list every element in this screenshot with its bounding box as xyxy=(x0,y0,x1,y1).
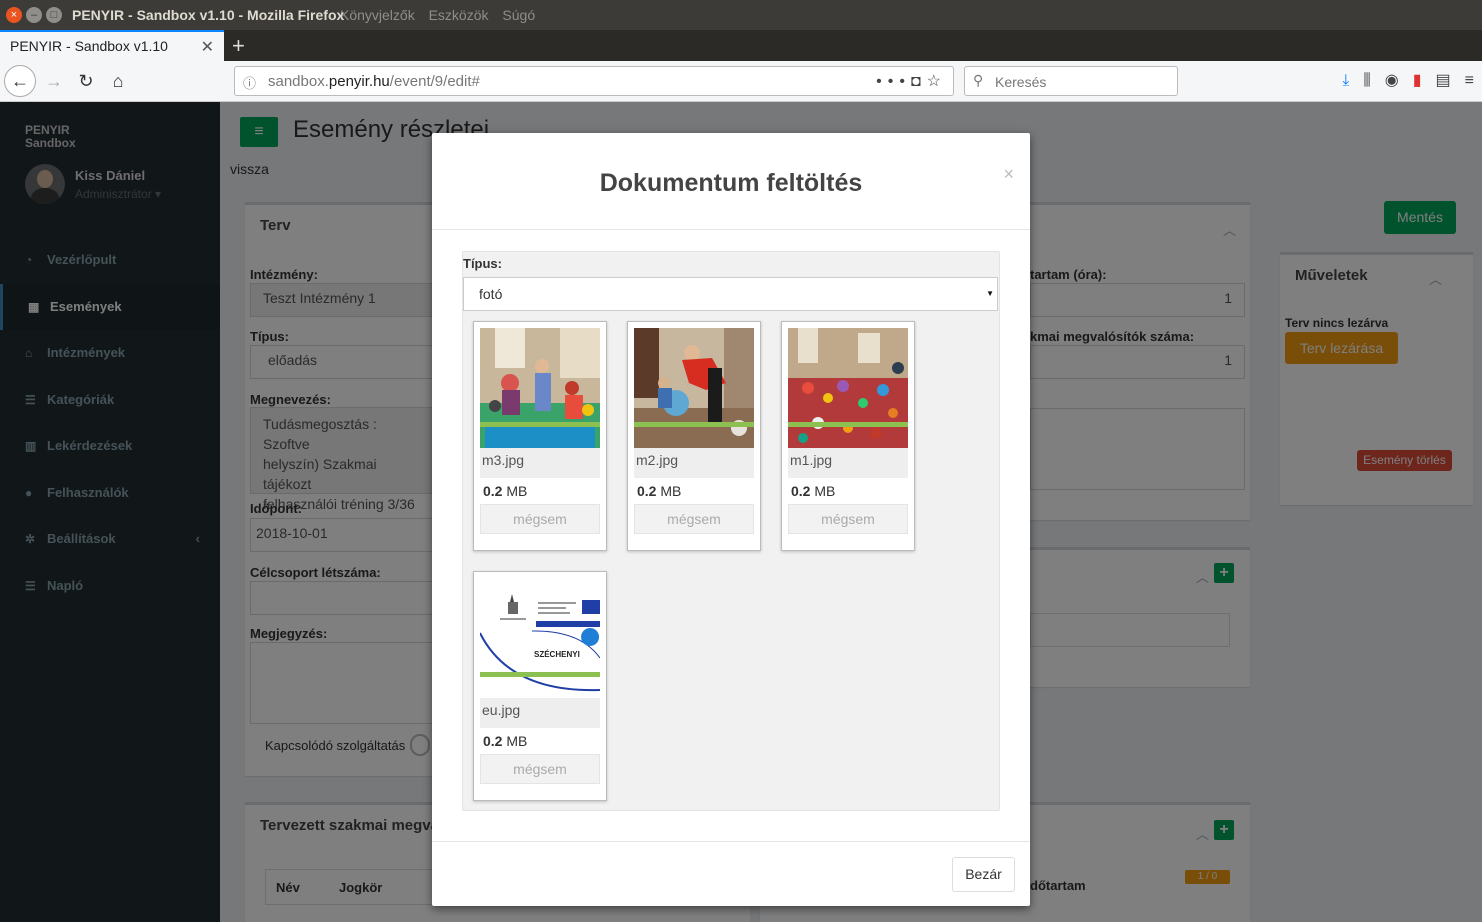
close-modal-button[interactable]: Bezár xyxy=(952,857,1015,892)
search-bar[interactable]: ⚲ Keresés xyxy=(964,66,1178,96)
pocket-icon[interactable]: ◘ xyxy=(911,73,927,90)
new-tab-icon[interactable]: + xyxy=(232,33,245,59)
upload-progress-bar xyxy=(480,672,600,677)
extension-icon[interactable]: ◉ xyxy=(1385,72,1399,89)
file-card: m1.jpg 0.2 MB mégsem xyxy=(781,321,915,551)
file-thumbnail xyxy=(634,328,754,448)
addon-icon[interactable]: ▮ xyxy=(1413,72,1422,89)
file-card: m3.jpg 0.2 MB mégsem xyxy=(473,321,607,551)
doc-type-value: fotó xyxy=(479,286,503,302)
file-size: 0.2 MB xyxy=(483,733,528,749)
cancel-upload-button[interactable]: mégsem xyxy=(634,504,754,534)
cancel-upload-button[interactable]: mégsem xyxy=(788,504,908,534)
file-name: m1.jpg xyxy=(788,448,908,478)
modal-header: Dokumentum feltöltés × xyxy=(432,133,1030,230)
file-name: m3.jpg xyxy=(480,448,600,478)
search-placeholder: Keresés xyxy=(995,74,1047,90)
upload-progress-bar xyxy=(788,422,908,427)
bookmark-star-icon[interactable]: ☆ xyxy=(927,73,947,90)
file-thumbnail: SZÉCHENYI xyxy=(480,578,600,698)
caret-down-icon: ▼ xyxy=(986,289,994,298)
tab-title: PENYIR - Sandbox v1.10 xyxy=(10,38,168,54)
file-name: m2.jpg xyxy=(634,448,754,478)
menu-bookmarks[interactable]: Könyvjelzők xyxy=(340,7,415,23)
url-text: sandbox.penyir.hu/event/9/edit# xyxy=(268,73,480,90)
home-icon[interactable]: ⌂ xyxy=(104,67,132,95)
forward-arrow-icon[interactable]: → xyxy=(40,67,68,95)
upload-progress-bar xyxy=(480,422,600,427)
navigation-bar: ← → ↻ ⌂ ⓘ sandbox.penyir.hu/event/9/edit… xyxy=(0,61,1482,102)
file-size: 0.2 MB xyxy=(483,483,528,499)
window-title: PENYIR - Sandbox v1.10 - Mozilla Firefox xyxy=(72,7,345,23)
close-icon[interactable]: × xyxy=(1003,164,1014,185)
file-thumbnail xyxy=(480,328,600,448)
menu-bar: Könyvjelzők Eszközök Súgó xyxy=(340,7,545,23)
sidebar-toggle-icon[interactable]: ▤ xyxy=(1436,72,1451,89)
file-name: eu.jpg xyxy=(480,698,600,728)
tab-close-icon[interactable]: ✕ xyxy=(201,37,214,57)
page-actions-icon[interactable]: ••• xyxy=(876,73,911,90)
toolbar-icons: ⤓ ⫼ ◉ ▮ ▤ ≡ xyxy=(1328,70,1474,90)
library-icon[interactable]: ⫼ xyxy=(1363,72,1370,89)
file-thumbnail xyxy=(788,328,908,448)
window-close-icon[interactable]: × xyxy=(6,7,22,23)
file-size: 0.2 MB xyxy=(791,483,836,499)
download-icon[interactable]: ⤓ xyxy=(1342,72,1349,89)
modal-footer: Bezár xyxy=(432,841,1030,906)
cancel-upload-button[interactable]: mégsem xyxy=(480,504,600,534)
menu-help[interactable]: Súgó xyxy=(502,7,535,23)
url-actions: •••◘☆ xyxy=(876,71,947,91)
hamburger-menu-icon[interactable]: ≡ xyxy=(1465,72,1474,89)
logo-text: SZÉCHENYI xyxy=(534,650,580,659)
cancel-upload-button[interactable]: mégsem xyxy=(480,754,600,784)
upload-progress-bar xyxy=(634,422,754,427)
file-card: m2.jpg 0.2 MB mégsem xyxy=(627,321,761,551)
doc-type-select[interactable]: fotó ▼ xyxy=(463,277,998,311)
site-info-icon[interactable]: ⓘ xyxy=(243,73,256,92)
modal-title: Dokumentum feltöltés xyxy=(599,169,863,197)
file-card: SZÉCHENYI eu.jpg 0.2 MB mégsem xyxy=(473,571,607,801)
doc-type-label: Típus: xyxy=(463,256,502,271)
upload-panel: Típus: fotó ▼ m3.jpg 0.2 MB mégsem m2.jp… xyxy=(462,251,1000,811)
url-bar[interactable]: ⓘ sandbox.penyir.hu/event/9/edit# •••◘☆ xyxy=(234,66,954,96)
tab-bar: PENYIR - Sandbox v1.10 ✕ + xyxy=(0,30,1482,61)
file-size: 0.2 MB xyxy=(637,483,682,499)
back-arrow-icon[interactable]: ← xyxy=(4,65,36,97)
window-maximize-icon[interactable]: □ xyxy=(46,7,62,23)
window-titlebar: × – □ Könyvjelzők Eszközök Súgó PENYIR -… xyxy=(0,0,1482,30)
menu-tools[interactable]: Eszközök xyxy=(429,7,489,23)
upload-modal: Dokumentum feltöltés × Típus: fotó ▼ m3.… xyxy=(432,133,1030,906)
window-minimize-icon[interactable]: – xyxy=(26,7,42,23)
browser-tab[interactable]: PENYIR - Sandbox v1.10 ✕ xyxy=(0,30,224,61)
search-icon: ⚲ xyxy=(973,72,984,88)
reload-icon[interactable]: ↻ xyxy=(72,67,100,95)
